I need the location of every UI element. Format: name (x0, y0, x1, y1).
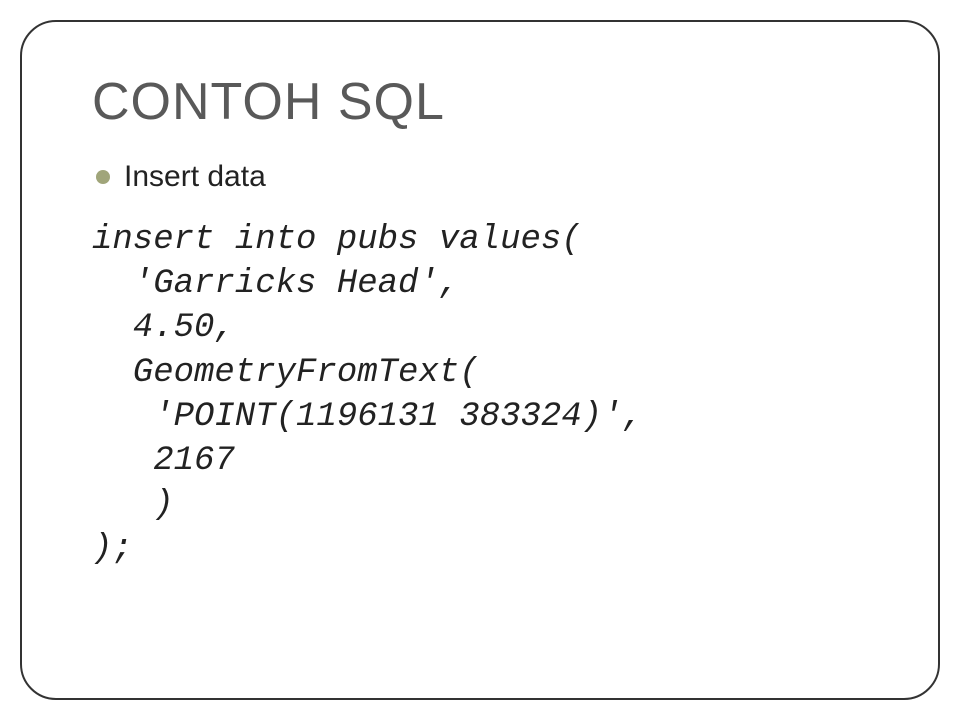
bullet-icon (96, 170, 110, 184)
slide-title: CONTOH SQL (92, 72, 878, 132)
code-block: insert into pubs values( 'Garricks Head'… (92, 218, 878, 572)
bullet-text: Insert data (124, 160, 266, 194)
bullet-item: Insert data (96, 160, 878, 194)
slide-frame: CONTOH SQL Insert data insert into pubs … (20, 20, 940, 700)
